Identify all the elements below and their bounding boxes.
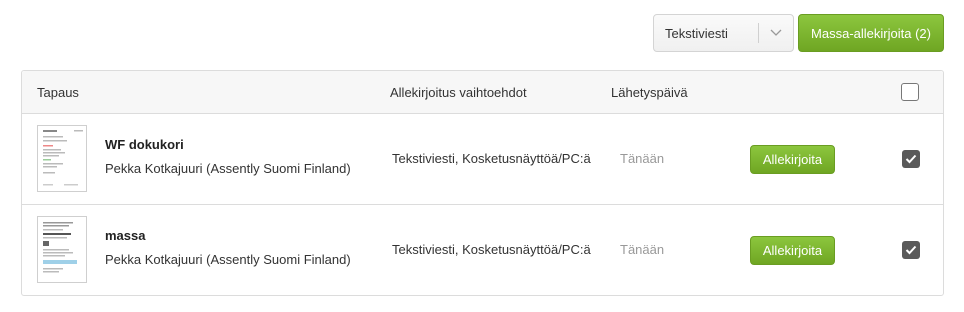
table-row: WF dokukori Pekka Kotkajuuri (Assently S… — [22, 114, 943, 205]
documents-table: Tapaus Allekirjoitus vaihtoehdot Lähetys… — [21, 70, 944, 296]
sign-button[interactable]: Allekirjoita — [750, 145, 835, 174]
table-row: massa Pekka Kotkajuuri (Assently Suomi F… — [22, 205, 943, 296]
signing-options: Tekstiviesti, Kosketusnäyttöä/PC:ä — [392, 151, 591, 166]
header-signing-options: Allekirjoitus vaihtoehdot — [390, 85, 527, 100]
signing-method-value: Tekstiviesti — [665, 25, 728, 41]
row-checkbox[interactable] — [902, 150, 920, 168]
sign-button[interactable]: Allekirjoita — [750, 236, 835, 265]
sent-date: Tänään — [620, 242, 665, 257]
signing-options: Tekstiviesti, Kosketusnäyttöä/PC:ä — [392, 242, 591, 257]
signing-method-select[interactable]: Tekstiviesti — [653, 14, 794, 52]
mass-sign-button[interactable]: Massa-allekirjoita (2) — [798, 14, 944, 52]
document-thumbnail-icon[interactable] — [37, 125, 87, 192]
toolbar: Tekstiviesti Massa-allekirjoita (2) — [653, 14, 944, 52]
sent-date: Tänään — [620, 151, 665, 166]
table-header: Tapaus Allekirjoitus vaihtoehdot Lähetys… — [22, 71, 943, 114]
chevron-down-icon[interactable] — [767, 24, 785, 42]
select-divider — [758, 23, 759, 43]
document-thumbnail-icon[interactable] — [37, 216, 87, 283]
document-title[interactable]: massa — [105, 228, 145, 243]
document-title[interactable]: WF dokukori — [105, 137, 184, 152]
checkmark-icon — [905, 154, 917, 164]
row-checkbox[interactable] — [902, 241, 920, 259]
header-case: Tapaus — [37, 85, 79, 100]
checkmark-icon — [905, 245, 917, 255]
header-sent-date: Lähetyspäivä — [611, 85, 688, 100]
document-sender: Pekka Kotkajuuri (Assently Suomi Finland… — [105, 161, 351, 176]
document-sender: Pekka Kotkajuuri (Assently Suomi Finland… — [105, 252, 351, 267]
select-all-checkbox[interactable] — [901, 83, 919, 101]
